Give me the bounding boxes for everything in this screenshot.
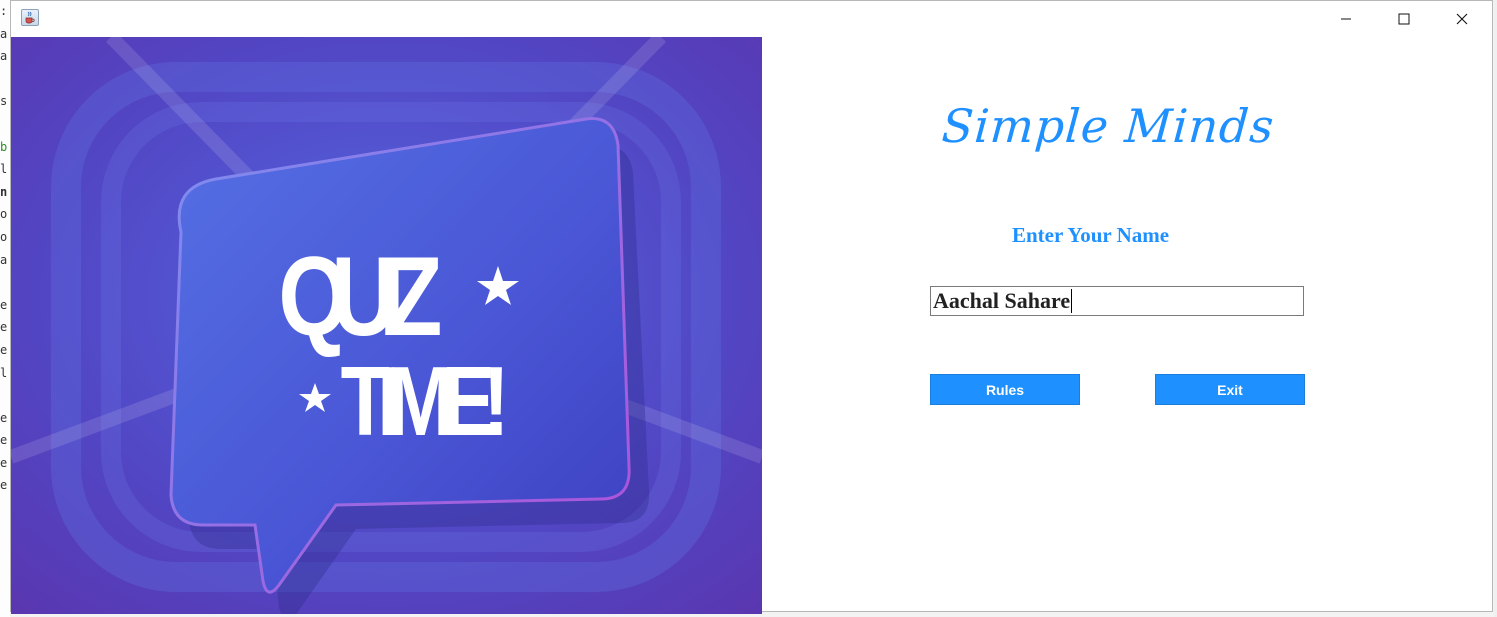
quiz-app-window: QUIZ TIME! Simple Minds Enter Your Name … xyxy=(10,0,1493,614)
name-input-value: Aachal Sahare xyxy=(933,288,1071,313)
background-editor: : a a s b l n o o a e e e l e e e e xyxy=(0,0,10,617)
app-heading: Simple Minds xyxy=(940,99,1277,153)
editor-line: e xyxy=(0,320,8,335)
title-bar[interactable] xyxy=(11,1,1492,36)
editor-line: : xyxy=(0,4,8,18)
editor-line: e xyxy=(0,297,8,312)
maximize-icon xyxy=(1398,13,1410,24)
editor-line: o xyxy=(0,207,8,222)
minimize-icon xyxy=(1341,18,1351,19)
editor-line: e xyxy=(0,342,8,357)
rules-button[interactable]: Rules xyxy=(930,374,1080,405)
editor-line: e xyxy=(0,410,8,425)
name-input[interactable]: Aachal Sahare xyxy=(930,286,1304,316)
text-caret xyxy=(1071,289,1073,313)
editor-line: b xyxy=(0,139,8,154)
editor-line: a xyxy=(0,26,8,41)
login-panel: Simple Minds Enter Your Name Aachal Saha… xyxy=(762,37,1492,611)
editor-line: s xyxy=(0,94,8,109)
editor-line: n xyxy=(0,184,8,199)
java-cup-icon xyxy=(21,9,39,26)
close-button[interactable] xyxy=(1433,1,1491,36)
editor-line: a xyxy=(0,252,8,267)
quiz-time-image: QUIZ TIME! xyxy=(11,37,762,614)
minimize-button[interactable] xyxy=(1317,1,1375,36)
editor-line: l xyxy=(0,162,8,177)
quiz-line-2: TIME! xyxy=(341,346,510,455)
close-icon xyxy=(1456,13,1468,24)
editor-line: a xyxy=(0,49,8,64)
editor-line: e xyxy=(0,433,8,448)
editor-line: e xyxy=(0,478,8,493)
editor-line: e xyxy=(0,455,8,470)
maximize-button[interactable] xyxy=(1375,1,1433,36)
quiz-line-1: QUIZ xyxy=(278,233,442,359)
editor-line: l xyxy=(0,365,8,380)
exit-button[interactable]: Exit xyxy=(1155,374,1305,405)
name-label: Enter Your Name xyxy=(1012,223,1170,247)
editor-line: o xyxy=(0,229,8,244)
